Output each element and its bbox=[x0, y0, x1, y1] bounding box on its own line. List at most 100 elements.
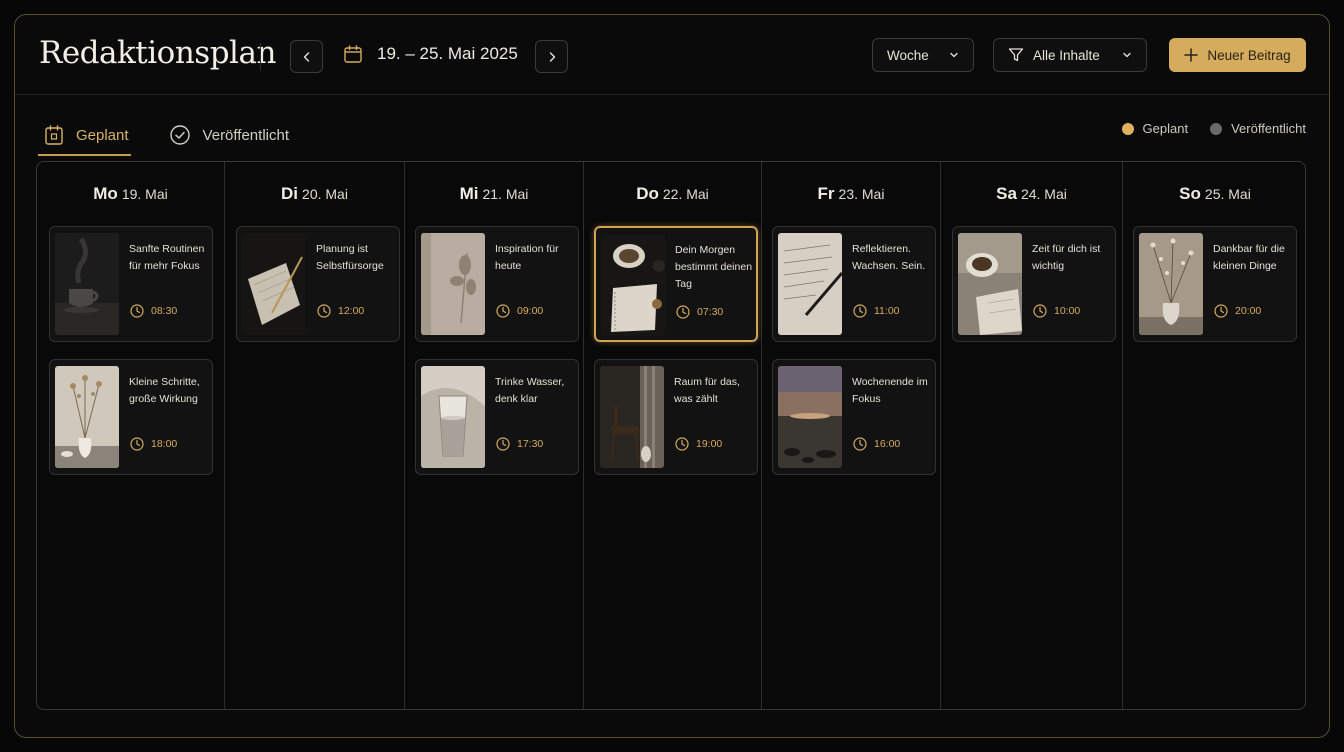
day-column-mi: Mi 21. Mai Inspiration für heute 09:00 Trink… bbox=[405, 162, 584, 709]
post-card[interactable]: Zeit für dich ist wichtig 10:00 bbox=[952, 226, 1116, 342]
day-date: 21. Mai bbox=[482, 186, 529, 202]
day-header: Di 20. Mai bbox=[225, 184, 404, 204]
legend-label: Veröffentlicht bbox=[1231, 121, 1306, 136]
day-column-di: Di 20. Mai Planung ist Selbstfürsorge 12:00 bbox=[225, 162, 405, 709]
clock-icon bbox=[496, 304, 510, 318]
post-thumbnail bbox=[421, 366, 485, 468]
post-title: Reflektieren. Wachsen. Sein. bbox=[852, 243, 926, 272]
post-time-label: 16:00 bbox=[874, 438, 901, 450]
post-thumbnail bbox=[421, 233, 485, 335]
post-title: Raum für das, was zählt bbox=[674, 376, 740, 405]
post-time-label: 09:00 bbox=[517, 305, 544, 317]
post-card[interactable]: Trinke Wasser, denk klar 17:30 bbox=[415, 359, 579, 475]
post-thumbnail bbox=[778, 233, 842, 335]
post-card[interactable]: Sanfte Routinen für mehr Fokus 08:30 bbox=[49, 226, 213, 342]
day-name: Sa bbox=[996, 184, 1017, 203]
day-column-sa: Sa 24. Mai Zeit für dich ist wichtig 10:00 bbox=[941, 162, 1123, 709]
post-title: Kleine Schritte, große Wirkung bbox=[129, 376, 200, 405]
post-time-label: 07:30 bbox=[697, 306, 724, 318]
content-filter-select[interactable]: Alle Inhalte bbox=[993, 38, 1147, 72]
post-thumbnail bbox=[242, 233, 306, 335]
post-title: Dein Morgen bestimmt deinen Tag bbox=[675, 244, 753, 290]
active-tab-indicator bbox=[38, 154, 131, 156]
chevron-down-icon bbox=[950, 52, 958, 58]
post-thumbnail bbox=[1139, 233, 1203, 335]
post-card[interactable]: Reflektieren. Wachsen. Sein. 11:00 bbox=[772, 226, 936, 342]
day-date: 23. Mai bbox=[838, 186, 885, 202]
post-time-label: 10:00 bbox=[1054, 305, 1081, 317]
post-time-label: 18:00 bbox=[151, 438, 178, 450]
filter-select-value: Alle Inhalte bbox=[1033, 47, 1100, 63]
day-name: So bbox=[1179, 184, 1201, 203]
legend-label: Geplant bbox=[1142, 121, 1189, 136]
post-card[interactable]: Dankbar für die kleinen Dinge 20:00 bbox=[1133, 226, 1297, 342]
clock-icon bbox=[675, 437, 689, 451]
chevron-left-icon bbox=[303, 51, 309, 62]
new-post-button[interactable]: Neuer Beitrag bbox=[1169, 38, 1306, 72]
day-column-mo: Mo 19. Mai Sanfte Routinen für mehr Fokus 0… bbox=[37, 162, 225, 709]
tab-geplant[interactable]: Geplant bbox=[39, 115, 134, 155]
week-calendar-board: Mo 19. Mai Sanfte Routinen für mehr Fokus 0… bbox=[36, 161, 1306, 710]
post-title: Planung ist Selbstfürsorge bbox=[316, 243, 384, 272]
previous-week-button[interactable] bbox=[290, 40, 323, 73]
post-time: 16:00 bbox=[853, 437, 900, 451]
day-name: Do bbox=[636, 184, 659, 203]
filter-icon bbox=[1008, 48, 1024, 62]
post-thumbnail bbox=[600, 366, 664, 468]
header-divider bbox=[260, 43, 261, 71]
clock-icon bbox=[1214, 304, 1228, 318]
check-circle-icon bbox=[169, 125, 190, 145]
post-thumbnail bbox=[778, 366, 842, 468]
post-card[interactable]: Raum für das, was zählt 19:00 bbox=[594, 359, 758, 475]
day-column-so: So 25. Mai Dankbar für die kleinen Dinge 20… bbox=[1123, 162, 1307, 709]
chevron-right-icon bbox=[549, 51, 555, 62]
post-title: Zeit für dich ist wichtig bbox=[1032, 243, 1101, 272]
post-title: Sanfte Routinen für mehr Fokus bbox=[129, 243, 205, 272]
view-select[interactable]: Woche bbox=[872, 38, 974, 72]
day-name: Di bbox=[281, 184, 299, 203]
post-time-label: 12:00 bbox=[338, 305, 365, 317]
day-header: Fr 23. Mai bbox=[762, 184, 940, 204]
status-tabs: Geplant Veröffentlicht bbox=[39, 115, 324, 155]
post-time-label: 20:00 bbox=[1235, 305, 1262, 317]
date-range-display[interactable]: 19. – 25. Mai 2025 bbox=[343, 44, 518, 64]
tab-veroeffentlicht-label: Veröffentlicht bbox=[202, 126, 289, 144]
view-select-value: Woche bbox=[887, 47, 929, 63]
post-time: 18:00 bbox=[130, 437, 177, 451]
day-name: Fr bbox=[817, 184, 835, 203]
tab-veroeffentlicht[interactable]: Veröffentlicht bbox=[164, 115, 294, 155]
day-column-do: Do 22. Mai Dein Morgen bestimmt deinen Tag… bbox=[584, 162, 762, 709]
post-title: Inspiration für heute bbox=[495, 243, 559, 272]
top-bar: Redaktionsplan 19. – 25. Mai 2025 Woche … bbox=[15, 15, 1329, 95]
post-title: Wochenende im Fokus bbox=[852, 376, 928, 405]
calendar-icon bbox=[344, 45, 362, 63]
day-header: Mi 21. Mai bbox=[405, 184, 583, 204]
post-card[interactable]: Dein Morgen bestimmt deinen Tag 07:30 bbox=[594, 226, 758, 342]
post-time: 17:30 bbox=[496, 437, 543, 451]
clock-icon bbox=[853, 304, 867, 318]
clock-icon bbox=[1033, 304, 1047, 318]
legend-dot-geplant bbox=[1121, 122, 1134, 135]
post-card[interactable]: Inspiration für heute 09:00 bbox=[415, 226, 579, 342]
post-time-label: 17:30 bbox=[517, 438, 544, 450]
clock-icon bbox=[496, 437, 510, 451]
day-header: Sa 24. Mai bbox=[941, 184, 1122, 204]
new-post-label: Neuer Beitrag bbox=[1207, 47, 1291, 63]
day-date: 19. Mai bbox=[121, 186, 168, 202]
day-date: 20. Mai bbox=[302, 186, 348, 202]
post-time-label: 19:00 bbox=[696, 438, 723, 450]
post-thumbnail bbox=[958, 233, 1022, 335]
post-time-label: 08:30 bbox=[151, 305, 178, 317]
clock-icon bbox=[676, 305, 690, 319]
legend-dot-veroeffentlicht bbox=[1210, 122, 1223, 135]
post-card[interactable]: Planung ist Selbstfürsorge 12:00 bbox=[236, 226, 400, 342]
next-week-button[interactable] bbox=[535, 40, 568, 73]
day-column-fr: Fr 23. Mai Reflektieren. Wachsen. Sein. 11:… bbox=[762, 162, 941, 709]
post-time: 19:00 bbox=[675, 437, 722, 451]
day-name: Mo bbox=[93, 184, 118, 203]
clock-icon bbox=[130, 437, 144, 451]
day-name: Mi bbox=[459, 184, 479, 203]
post-card[interactable]: Kleine Schritte, große Wirkung 18:00 bbox=[49, 359, 213, 475]
post-card[interactable]: Wochenende im Fokus 16:00 bbox=[772, 359, 936, 475]
post-time: 10:00 bbox=[1033, 304, 1080, 318]
